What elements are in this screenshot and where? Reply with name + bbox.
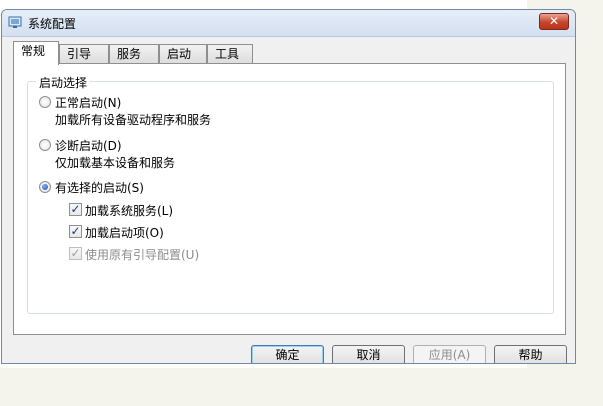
tab-general[interactable]: 常规	[13, 41, 59, 65]
use-original-boot-config-checkbox: ✓	[69, 246, 82, 260]
radio-selected-dot	[42, 184, 48, 190]
system-configuration-window: 系统配置 ✕ 常规 引导 服务 启动 工具 启动选择 正常启动(N) 加载所有设…	[1, 9, 576, 364]
load-system-services-label: 加载系统服务(L)	[85, 204, 174, 218]
close-button[interactable]: ✕	[539, 13, 569, 30]
load-system-services-checkbox[interactable]: ✓	[69, 203, 82, 216]
selective-startup-radio[interactable]	[39, 181, 51, 193]
tab-boot[interactable]: 引导	[59, 44, 109, 64]
ok-button[interactable]: 确定	[251, 345, 324, 363]
help-button[interactable]: 帮助	[494, 345, 567, 363]
normal-startup-description: 加载所有设备驱动程序和服务	[55, 113, 212, 127]
use-original-boot-config-label: 使用原有引导配置(U)	[85, 248, 200, 262]
window-title: 系统配置	[28, 17, 77, 31]
load-startup-items-label: 加载启动项(O)	[85, 226, 164, 240]
apply-button: 应用(A)	[413, 345, 486, 363]
load-startup-items-checkbox[interactable]: ✓	[69, 225, 82, 238]
diagnostic-startup-label: 诊断启动(D)	[55, 139, 122, 153]
diagnostic-startup-description: 仅加载基本设备和服务	[55, 156, 176, 170]
diagnostic-startup-radio[interactable]	[39, 139, 51, 151]
tab-panel-general: 启动选择 正常启动(N) 加载所有设备驱动程序和服务 诊断启动(D) 仅加载基本…	[13, 63, 566, 335]
startup-selection-group: 启动选择 正常启动(N) 加载所有设备驱动程序和服务 诊断启动(D) 仅加载基本…	[27, 74, 554, 314]
normal-startup-label: 正常启动(N)	[55, 96, 122, 110]
close-icon: ✕	[548, 14, 560, 28]
dialog-body: 常规 引导 服务 启动 工具 启动选择 正常启动(N) 加载所有设备驱动程序和服…	[2, 36, 575, 363]
title-bar[interactable]: 系统配置 ✕	[2, 10, 575, 37]
tab-tools[interactable]: 工具	[207, 44, 253, 64]
cancel-button[interactable]: 取消	[332, 345, 405, 363]
tab-services[interactable]: 服务	[109, 44, 159, 64]
system-configuration-icon	[8, 16, 22, 28]
desktop-background-bottom	[0, 368, 603, 406]
tab-startup[interactable]: 启动	[159, 44, 207, 64]
group-title: 启动选择	[36, 74, 91, 91]
normal-startup-radio[interactable]	[39, 96, 51, 108]
selective-startup-label: 有选择的启动(S)	[55, 181, 144, 195]
